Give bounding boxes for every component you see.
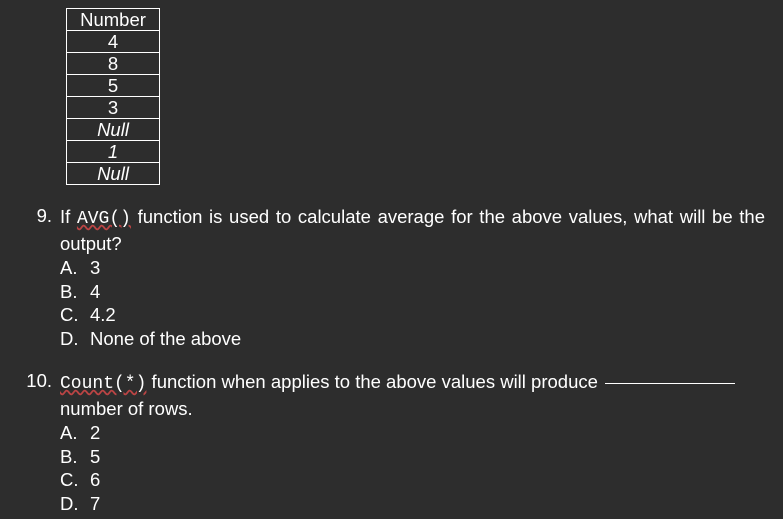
question-10: 10. Count(*) function when applies to th… <box>18 370 765 515</box>
option-letter: C. <box>60 303 90 327</box>
option-a: A. 3 <box>60 256 765 280</box>
number-table-wrap: Number 4 8 5 3 Null 1 Null <box>66 8 765 185</box>
option-letter: B. <box>60 445 90 469</box>
options: A. 2 B. 5 C. 6 D. 7 <box>60 421 765 515</box>
option-text: 3 <box>90 256 100 280</box>
table-row: 1 <box>67 141 160 163</box>
option-c: C. 4.2 <box>60 303 765 327</box>
code-literal: AVG() <box>77 209 131 229</box>
table-cell: 8 <box>67 53 160 75</box>
table-cell: Null <box>67 119 160 141</box>
table-row: Null <box>67 119 160 141</box>
code-literal: Count(*) <box>60 374 146 394</box>
document-page: Number 4 8 5 3 Null 1 Null 9. If AVG() f… <box>0 0 783 519</box>
stem-text: If <box>60 206 77 227</box>
number-table: Number 4 8 5 3 Null 1 Null <box>66 8 160 185</box>
option-letter: C. <box>60 468 90 492</box>
option-c: C. 6 <box>60 468 765 492</box>
table-row: 5 <box>67 75 160 97</box>
question-number: 10. <box>18 370 60 392</box>
table-header-row: Number <box>67 9 160 31</box>
table-cell: 5 <box>67 75 160 97</box>
option-letter: A. <box>60 421 90 445</box>
table-cell: 4 <box>67 31 160 53</box>
option-a: A. 2 <box>60 421 765 445</box>
option-b: B. 4 <box>60 280 765 304</box>
option-letter: D. <box>60 492 90 516</box>
option-text: 7 <box>90 492 100 516</box>
question-number: 9. <box>18 205 60 227</box>
question-9: 9. If AVG() function is used to calculat… <box>18 205 765 350</box>
table-row: Null <box>67 163 160 185</box>
option-letter: B. <box>60 280 90 304</box>
table-cell: Null <box>67 163 160 185</box>
option-d: D. None of the above <box>60 327 765 351</box>
table-header: Number <box>67 9 160 31</box>
option-d: D. 7 <box>60 492 765 516</box>
table-row: 3 <box>67 97 160 119</box>
question-stem: Count(*) function when applies to the ab… <box>60 370 765 420</box>
table-row: 8 <box>67 53 160 75</box>
fill-blank <box>605 382 735 384</box>
option-text: 4 <box>90 280 100 304</box>
table-cell: 3 <box>67 97 160 119</box>
table-cell: 1 <box>67 141 160 163</box>
stem-text: function is used to calculate average fo… <box>60 206 765 254</box>
option-letter: A. <box>60 256 90 280</box>
stem-text: function when applies to the above value… <box>146 371 603 392</box>
option-text: 4.2 <box>90 303 116 327</box>
option-text: 6 <box>90 468 100 492</box>
option-text: 2 <box>90 421 100 445</box>
question-stem: If AVG() function is used to calculate a… <box>60 205 765 255</box>
option-text: None of the above <box>90 327 241 351</box>
option-b: B. 5 <box>60 445 765 469</box>
option-letter: D. <box>60 327 90 351</box>
question-list: 9. If AVG() function is used to calculat… <box>18 205 765 515</box>
stem-text: number of rows. <box>60 398 193 419</box>
question-body: Count(*) function when applies to the ab… <box>60 370 765 515</box>
option-text: 5 <box>90 445 100 469</box>
options: A. 3 B. 4 C. 4.2 D. None of the above <box>60 256 765 350</box>
table-row: 4 <box>67 31 160 53</box>
question-body: If AVG() function is used to calculate a… <box>60 205 765 350</box>
